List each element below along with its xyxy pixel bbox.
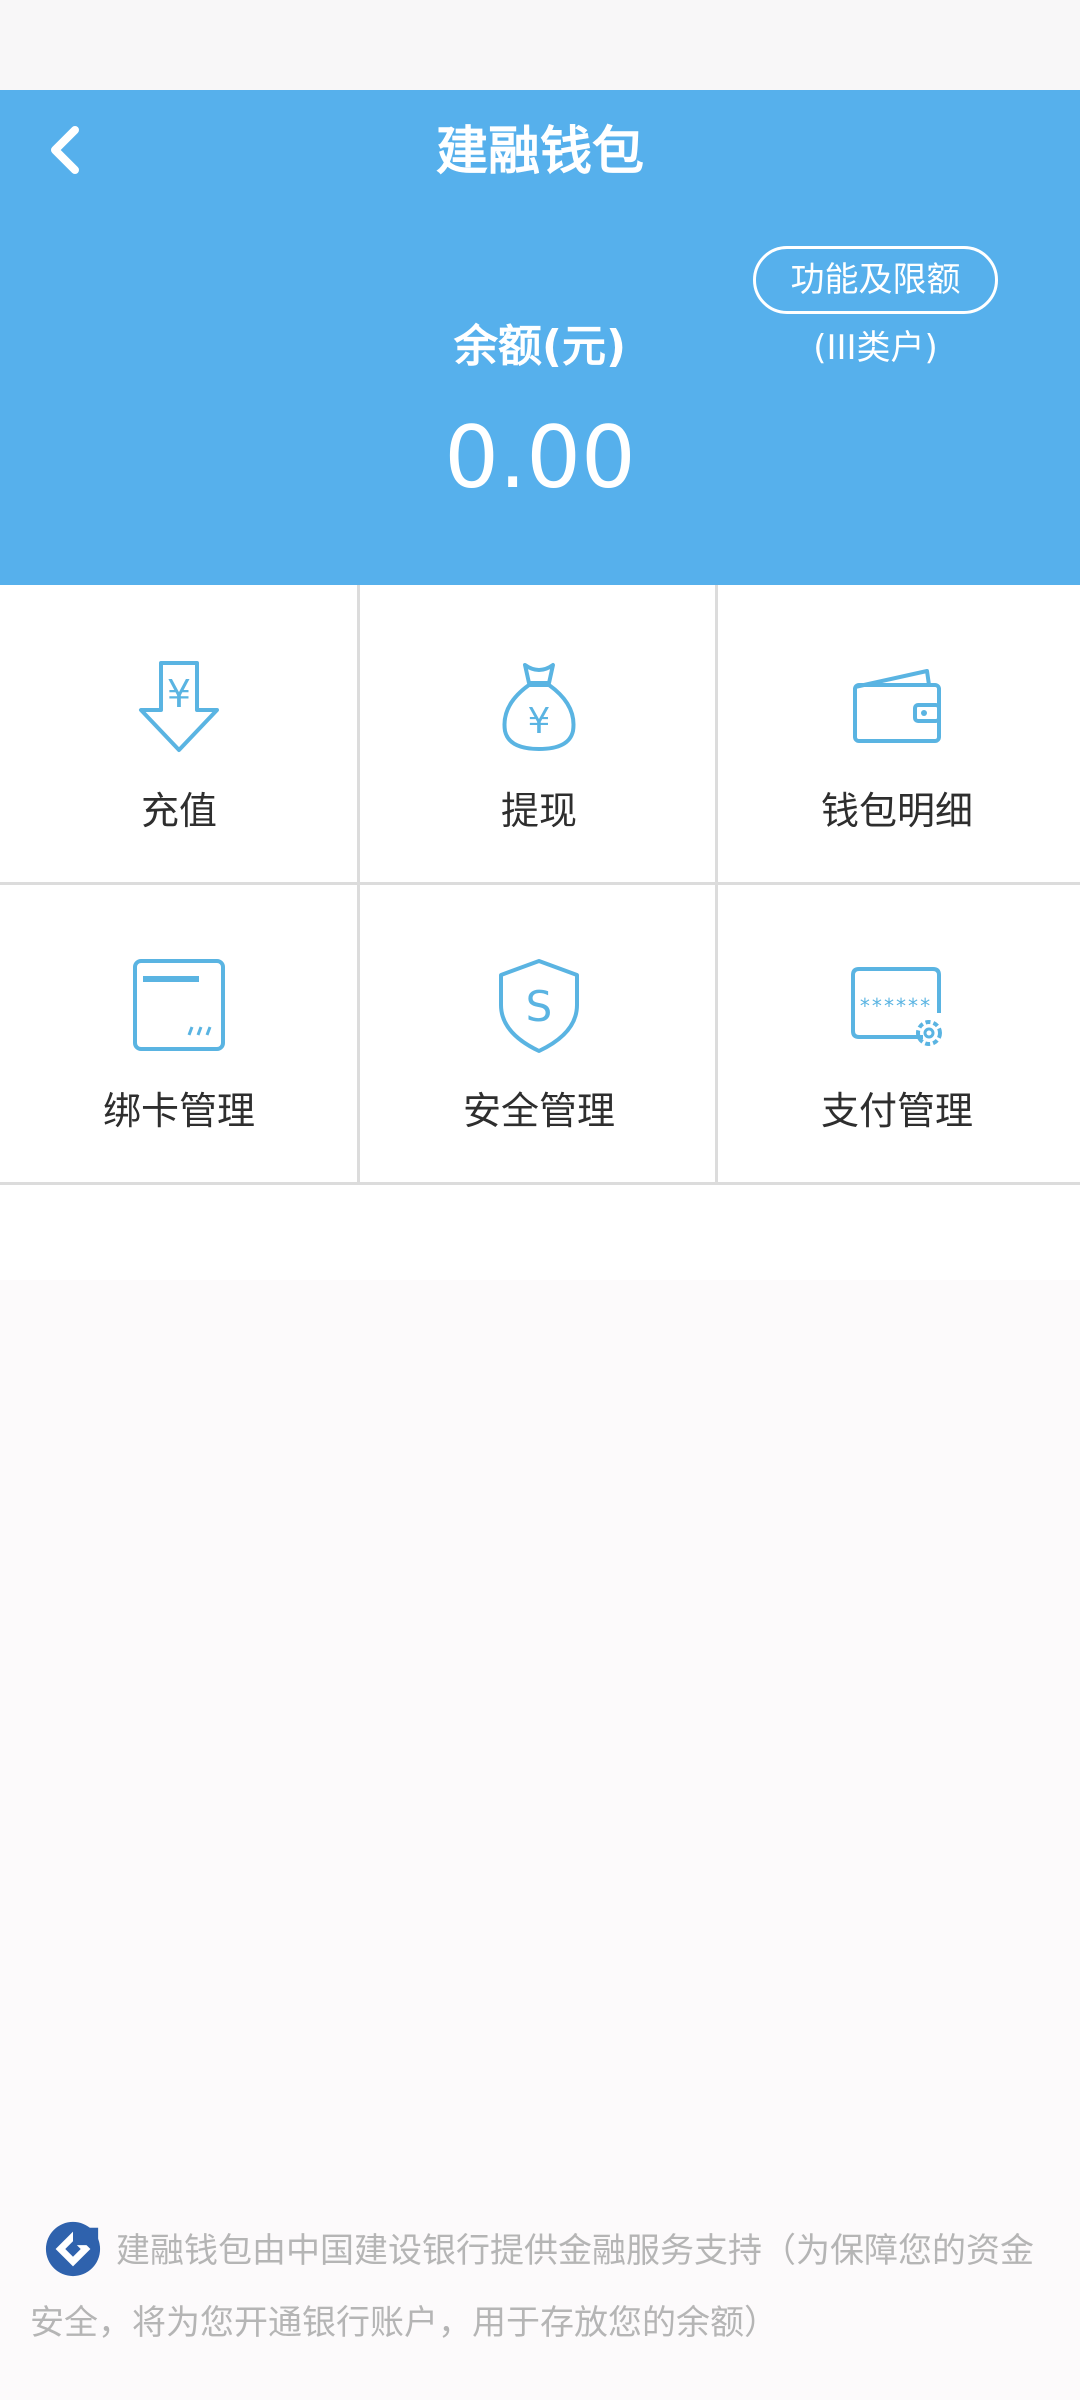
function-grid: ¥ 充值 ¥ 提现 钱包明细 绑卡管理 S 安全管理 ****** 支付管理 — [0, 585, 1080, 1185]
page-title: 建融钱包 — [435, 122, 644, 182]
content-area — [0, 1185, 1080, 1280]
grid-item-label: 充值 — [140, 789, 217, 833]
svg-text:S: S — [526, 982, 553, 1031]
bank-card-icon — [133, 959, 225, 1051]
chevron-left-icon — [51, 126, 79, 174]
grid-item-label: 绑卡管理 — [102, 1089, 255, 1133]
wallet-header: 建融钱包 功能及限额 (III类户) 余额(元) 0.00 — [0, 90, 1080, 585]
shield-s-icon: S — [499, 959, 579, 1053]
footer-notice: 建融钱包由中国建设银行提供金融服务支持（为保障您的资金安全，将为您开通银行账户，… — [30, 2215, 1040, 2359]
grid-item-label: 支付管理 — [820, 1089, 973, 1133]
grid-item-deposit[interactable]: ¥ 充值 — [0, 585, 358, 883]
back-button[interactable] — [30, 110, 100, 190]
footer-text: 建融钱包由中国建设银行提供金融服务支持（为保障您的资金安全，将为您开通银行账户，… — [30, 2231, 1034, 2343]
grid-item-label: 提现 — [500, 789, 577, 833]
balance-label: 余额(元) — [453, 321, 627, 372]
svg-text:******: ****** — [859, 994, 931, 1018]
grid-item-payment[interactable]: ****** 支付管理 — [718, 885, 1076, 1183]
svg-text:¥: ¥ — [528, 701, 551, 742]
grid-item-security[interactable]: S 安全管理 — [360, 885, 718, 1183]
status-bar — [0, 0, 1080, 90]
password-card-gear-icon: ****** — [851, 967, 942, 1046]
svg-text:¥: ¥ — [167, 672, 191, 716]
ccb-logo-icon — [45, 2221, 101, 2276]
grid-item-withdraw[interactable]: ¥ 提现 — [360, 585, 718, 883]
grid-item-card-binding[interactable]: 绑卡管理 — [0, 885, 358, 1183]
deposit-arrow-yuan-icon: ¥ — [139, 661, 219, 752]
balance-value: 0.00 — [444, 408, 636, 508]
grid-item-wallet-details[interactable]: 钱包明细 — [718, 585, 1076, 883]
grid-item-label: 钱包明细 — [820, 789, 973, 833]
limits-button[interactable]: 功能及限额 — [753, 246, 998, 314]
money-bag-yuan-icon: ¥ — [502, 663, 576, 751]
grid-item-label: 安全管理 — [462, 1089, 615, 1133]
wallet-icon — [853, 669, 941, 743]
